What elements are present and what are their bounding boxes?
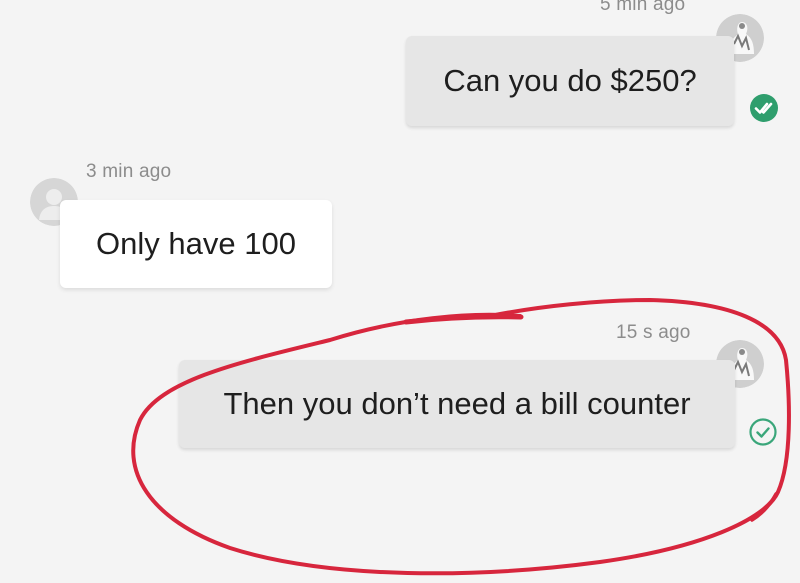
message-bubble-incoming[interactable]: Only have 100 bbox=[60, 200, 332, 288]
chat-thread: 5 min ago Can you do $250? 3 min ago Onl… bbox=[0, 0, 800, 583]
message-timestamp: 5 min ago bbox=[600, 0, 686, 15]
message-bubble-outgoing[interactable]: Then you don’t need a bill counter bbox=[179, 360, 735, 448]
message-timestamp: 3 min ago bbox=[86, 161, 172, 182]
message-text: Can you do $250? bbox=[443, 63, 697, 98]
double-check-icon bbox=[749, 93, 779, 123]
message-bubble-outgoing[interactable]: Can you do $250? bbox=[406, 36, 734, 126]
message-text: Then you don’t need a bill counter bbox=[223, 386, 691, 421]
check-circle-icon bbox=[748, 417, 778, 447]
message-text: Only have 100 bbox=[96, 226, 296, 261]
message-timestamp: 15 s ago bbox=[616, 322, 691, 343]
